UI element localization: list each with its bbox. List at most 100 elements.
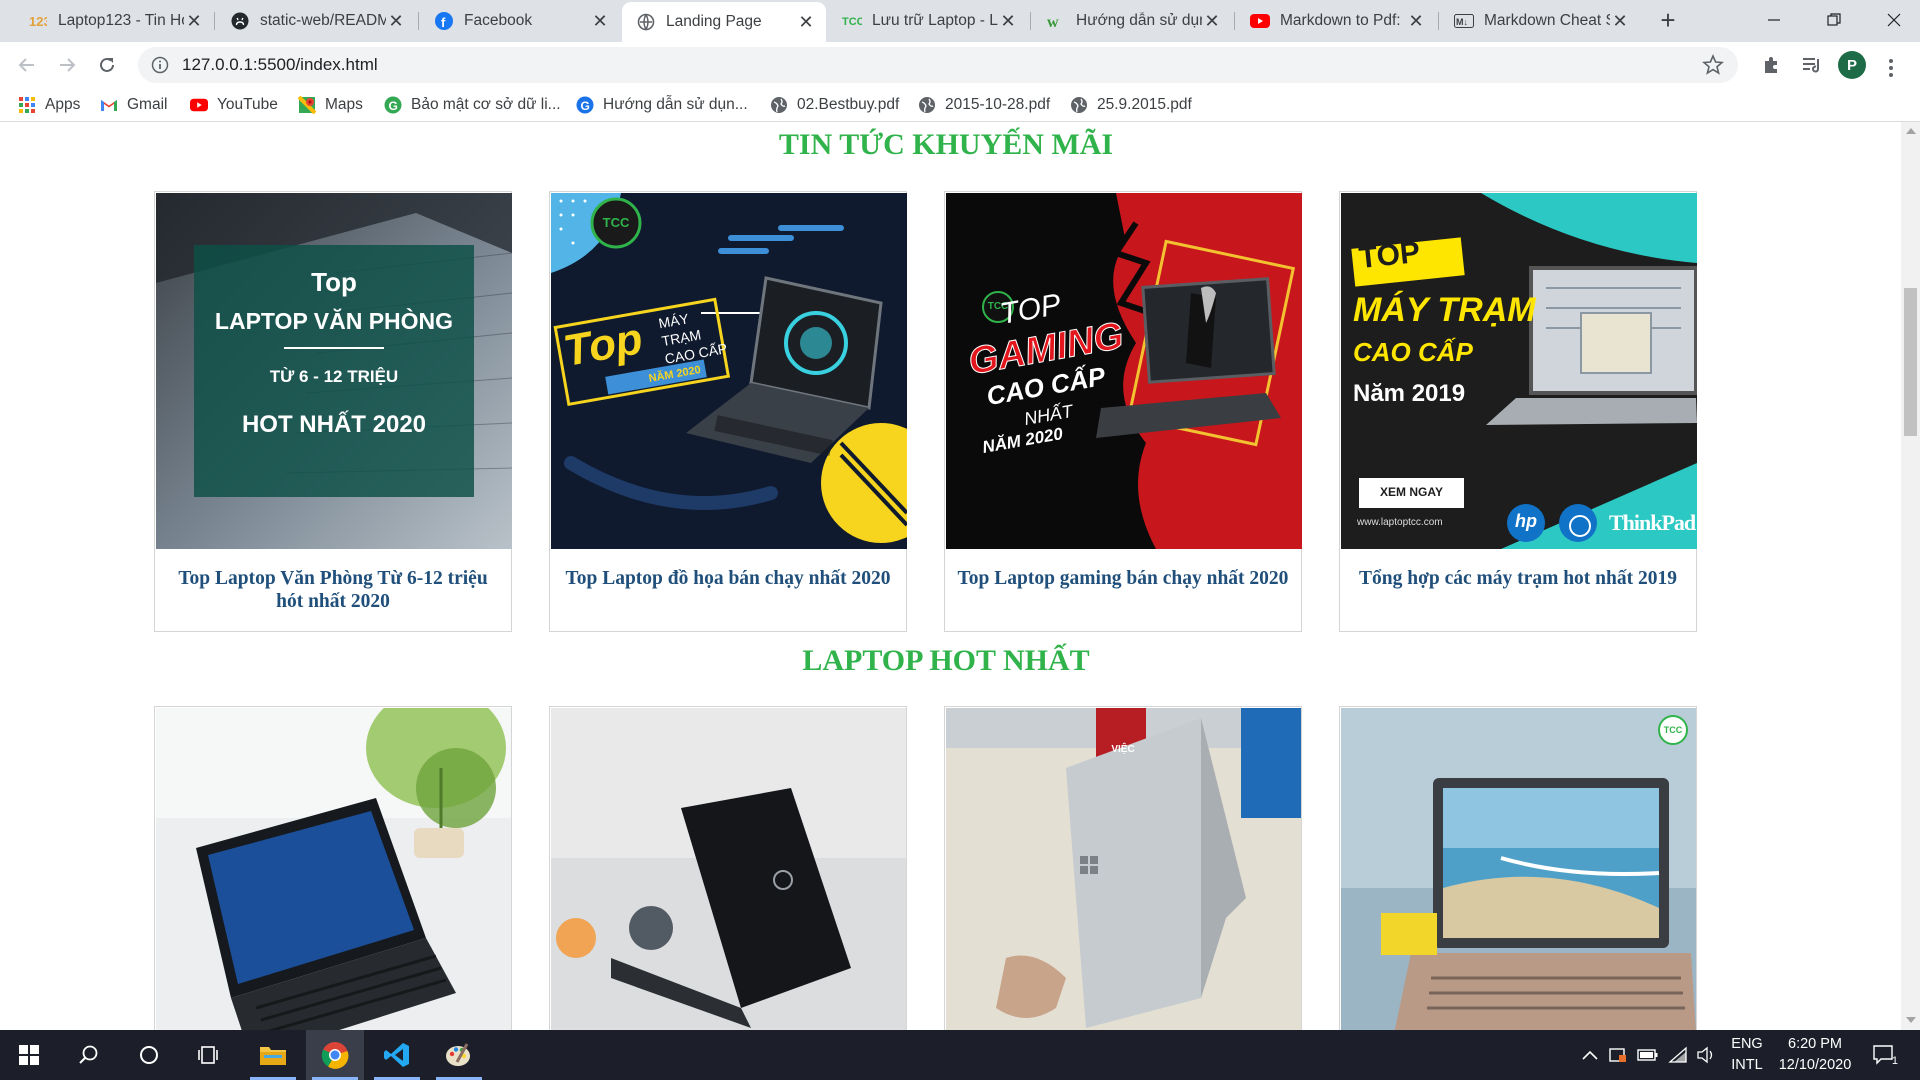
- volume-icon[interactable]: [1694, 1045, 1718, 1065]
- banner-divider: [284, 347, 384, 349]
- promo-banner-workstation-2019[interactable]: TOP MÁY TRẠM CAO CẤP Năm 2019 XEM NGAY w…: [1341, 193, 1697, 549]
- vscode-icon[interactable]: [368, 1030, 426, 1080]
- tab-luu-tru-laptop[interactable]: TCC Lưu trữ Laptop - La ✕: [828, 4, 1028, 38]
- file-explorer-icon[interactable]: [244, 1030, 302, 1080]
- close-tab-icon[interactable]: ✕: [184, 11, 204, 32]
- xem-ngay-button[interactable]: XEM NGAY: [1359, 485, 1464, 499]
- close-tab-icon[interactable]: ✕: [1610, 11, 1630, 32]
- banner-text: TOP: [1357, 235, 1422, 276]
- promo-card-graphics-laptops[interactable]: Top MÁY TRẠM CAO CẤP NĂM 2020 TCC Top La…: [549, 191, 907, 632]
- tab-markdown-to-pdf[interactable]: Markdown to Pdf: ✕: [1236, 4, 1436, 38]
- input-language[interactable]: ENG INTL: [1726, 1034, 1768, 1076]
- promo-banner-gaming[interactable]: TCC TOP GAMING CAO CẤP NHẤT NĂM 2020: [946, 193, 1302, 549]
- product-photo-dell-plant[interactable]: [156, 708, 511, 1030]
- tab-title: Markdown to Pdf:: [1280, 12, 1401, 29]
- close-tab-icon[interactable]: ✕: [1406, 11, 1426, 32]
- promo-card-workstations-2019[interactable]: TOP MÁY TRẠM CAO CẤP Năm 2019 XEM NGAY w…: [1339, 191, 1697, 632]
- close-tab-icon[interactable]: ✕: [998, 11, 1018, 32]
- wifi-icon[interactable]: [1666, 1045, 1690, 1065]
- bookmark-25-9-2015-pdf[interactable]: 25.9.2015.pdf: [1070, 94, 1192, 116]
- tcc-favicon: TCC: [842, 11, 862, 31]
- scroll-up-arrow[interactable]: [1906, 128, 1916, 134]
- back-button[interactable]: [12, 50, 42, 80]
- clock[interactable]: 6:20 PM 12/10/2020: [1770, 1034, 1860, 1076]
- bookmark-bao-mat[interactable]: G Bảo mật cơ sở dữ li...: [384, 94, 561, 116]
- product-photo-dell-closed[interactable]: [551, 708, 906, 1030]
- bookmark-gmail[interactable]: Gmail: [100, 94, 167, 116]
- tab-title: Markdown Cheat S: [1484, 12, 1610, 29]
- notification-center-icon[interactable]: 1: [1870, 1043, 1898, 1067]
- tab-facebook[interactable]: f Facebook ✕: [420, 4, 620, 38]
- extensions-puzzle-icon[interactable]: [1757, 50, 1787, 80]
- promo-card-office-laptops[interactable]: Top LAPTOP VĂN PHÒNG TỪ 6 - 12 TRIỆU HOT…: [154, 191, 512, 632]
- bookmark-star-icon[interactable]: [1702, 53, 1724, 80]
- globe-icon: [636, 12, 656, 32]
- thinkpad-logo: ThinkPad: [1609, 510, 1696, 535]
- card-caption[interactable]: Top Laptop Văn Phòng Từ 6-12 triệu hót n…: [165, 567, 501, 613]
- card-caption[interactable]: Top Laptop đồ họa bán chạy nhất 2020: [560, 567, 896, 590]
- close-tab-icon[interactable]: ✕: [1202, 11, 1222, 32]
- new-tab-button[interactable]: +: [1652, 6, 1684, 36]
- bookmark-2015-10-28-pdf[interactable]: 2015-10-28.pdf: [918, 94, 1050, 116]
- close-tab-icon[interactable]: ✕: [590, 11, 610, 32]
- windows-start-icon[interactable]: [0, 1030, 58, 1080]
- bookmark-apps[interactable]: Apps: [18, 94, 80, 116]
- page-scrollbar[interactable]: [1901, 122, 1920, 1030]
- tab-title: Facebook: [464, 12, 533, 29]
- tab-landing-page[interactable]: Landing Page ✕: [622, 2, 826, 42]
- forward-button[interactable]: [52, 50, 82, 80]
- bookmark-maps[interactable]: Maps: [298, 94, 363, 116]
- tab-laptop123[interactable]: 123 Laptop123 - Tin Học ✕: [14, 4, 214, 38]
- cortana-icon[interactable]: [120, 1030, 178, 1080]
- maps-icon: [298, 96, 316, 114]
- network-app-icon[interactable]: [1606, 1045, 1630, 1065]
- chevron-up-icon[interactable]: [1578, 1045, 1602, 1065]
- leaf-favicon: w: [1046, 11, 1066, 31]
- scroll-thumb[interactable]: [1904, 288, 1917, 436]
- hot-product-card[interactable]: [549, 706, 907, 1030]
- bookmark-youtube[interactable]: YouTube: [190, 94, 278, 116]
- search-icon[interactable]: [60, 1030, 118, 1080]
- promo-banner-office[interactable]: Top LAPTOP VĂN PHÒNG TỪ 6 - 12 TRIỆU HOT…: [156, 193, 512, 549]
- restore-button[interactable]: [1804, 0, 1864, 40]
- sign-text: VIỆC: [1111, 744, 1135, 755]
- clock-date: 12/10/2020: [1778, 1057, 1852, 1073]
- tab-title: Hướng dẫn sử dụn: [1076, 12, 1202, 29]
- close-tab-icon[interactable]: ✕: [386, 11, 406, 32]
- minimize-button[interactable]: [1744, 0, 1804, 40]
- tab-title: Landing Page: [666, 13, 762, 30]
- close-tab-icon[interactable]: ✕: [796, 12, 816, 33]
- blue-g-icon: G: [576, 96, 594, 114]
- task-view-icon[interactable]: [180, 1030, 238, 1080]
- close-window-button[interactable]: [1864, 0, 1920, 40]
- paint-icon[interactable]: [430, 1030, 488, 1080]
- battery-icon[interactable]: [1636, 1045, 1660, 1065]
- card-caption[interactable]: Tổng hợp các máy trạm hot nhất 2019: [1350, 567, 1686, 590]
- bookmark-bestbuy-pdf[interactable]: 02.Bestbuy.pdf: [770, 94, 899, 116]
- promo-banner-workstation[interactable]: Top MÁY TRẠM CAO CẤP NĂM 2020 TCC: [551, 193, 907, 549]
- hot-product-card[interactable]: TCC: [1339, 706, 1697, 1030]
- card-caption[interactable]: Top Laptop gaming bán chạy nhất 2020: [955, 567, 1291, 590]
- bookmark-huong-dan[interactable]: G Hướng dẫn sử dụn...: [576, 94, 748, 116]
- product-photo-dell-beach[interactable]: TCC: [1341, 708, 1696, 1030]
- info-icon[interactable]: [150, 55, 170, 75]
- media-queue-icon[interactable]: [1797, 50, 1827, 80]
- reload-button[interactable]: [92, 50, 122, 80]
- scroll-down-arrow[interactable]: [1906, 1017, 1916, 1023]
- promo-card-gaming-laptops[interactable]: TCC TOP GAMING CAO CẤP NHẤT NĂM 2020 Top…: [944, 191, 1302, 632]
- tab-huong-dan[interactable]: w Hướng dẫn sử dụn ✕: [1032, 4, 1232, 38]
- address-bar[interactable]: 127.0.0.1:5500/index.html: [138, 47, 1738, 83]
- banner-text: www.laptoptcc.com: [1357, 517, 1443, 528]
- hot-product-card[interactable]: [154, 706, 512, 1030]
- chrome-icon[interactable]: [306, 1030, 364, 1080]
- tab-markdown-cheat[interactable]: M↓ Markdown Cheat S ✕: [1440, 4, 1640, 38]
- chrome-menu-icon[interactable]: [1888, 58, 1894, 82]
- youtube-icon: [1250, 11, 1270, 31]
- github-icon: [230, 11, 250, 31]
- markdown-icon: M↓: [1454, 11, 1474, 31]
- product-photo-surface[interactable]: VIỆC: [946, 708, 1301, 1030]
- profile-avatar[interactable]: P: [1838, 51, 1866, 79]
- banner-text: Top: [311, 267, 357, 297]
- tab-github[interactable]: static-web/README ✕: [216, 4, 416, 38]
- hot-product-card[interactable]: VIỆC: [944, 706, 1302, 1030]
